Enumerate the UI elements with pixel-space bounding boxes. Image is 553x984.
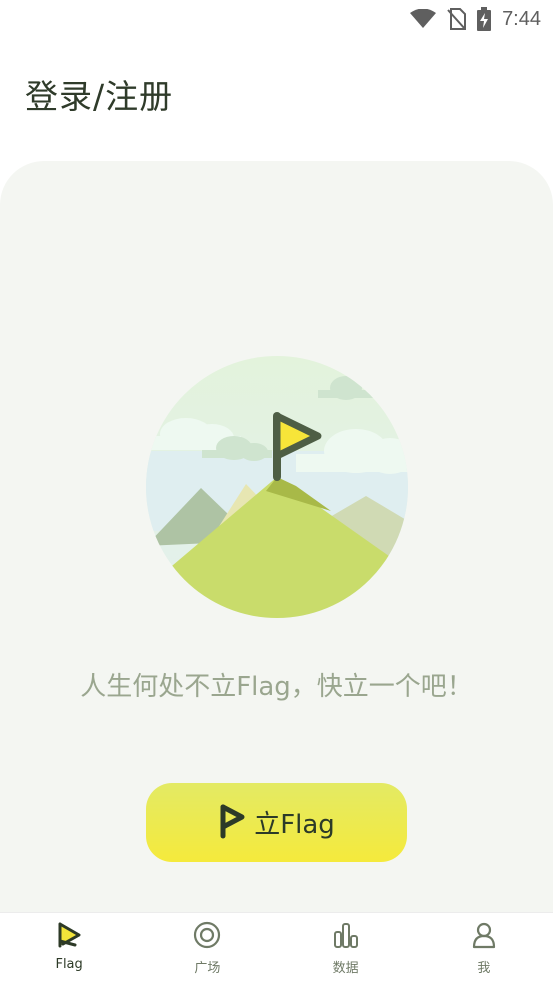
tab-me[interactable]: 我 — [415, 913, 553, 984]
tab-data[interactable]: 数据 — [277, 913, 415, 984]
flag-icon — [218, 803, 246, 843]
slogan-text: 人生何处不立Flag，快立一个吧！ — [80, 672, 473, 702]
target-icon — [193, 921, 221, 953]
bar-chart-icon — [332, 921, 360, 953]
tab-label: 广场 — [194, 961, 221, 976]
create-flag-button[interactable]: 立Flag — [146, 783, 407, 862]
person-icon — [470, 921, 498, 953]
tab-square[interactable]: 广场 — [138, 913, 276, 984]
tab-flag[interactable]: Flag — [0, 913, 138, 984]
status-time: 7:44 — [502, 7, 541, 30]
tab-label: 我 — [477, 961, 491, 976]
status-bar: 7:44 — [0, 0, 553, 38]
flag-tab-icon — [55, 921, 83, 953]
no-sim-icon — [446, 8, 467, 30]
page-title[interactable]: 登录/注册 — [25, 70, 173, 118]
tab-label: Flag — [55, 957, 83, 972]
bottom-tab-bar: Flag 广场 数据 我 — [0, 912, 553, 984]
wifi-icon — [410, 9, 437, 29]
battery-charging-icon — [476, 7, 492, 31]
mountain-flag-illustration — [146, 356, 408, 618]
tab-label: 数据 — [332, 961, 359, 976]
create-flag-label: 立Flag — [254, 810, 335, 840]
